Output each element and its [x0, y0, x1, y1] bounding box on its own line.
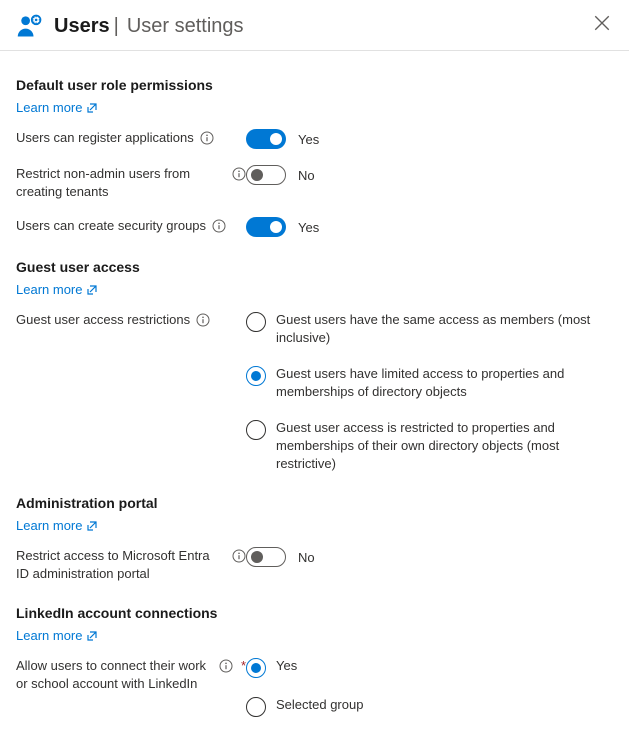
section-admin-portal-title: Administration portal	[16, 495, 613, 511]
guest-access-radio-limited[interactable]	[246, 366, 266, 386]
setting-security-groups: Users can create security groups Yes	[16, 217, 613, 237]
linkedin-radio-selected-group[interactable]	[246, 697, 266, 717]
page-subtitle: User settings	[127, 15, 244, 38]
setting-label: Guest user access restrictions	[16, 311, 190, 329]
guest-access-radio-restrictive[interactable]	[246, 420, 266, 440]
guest-access-learn-more-link[interactable]: Learn more	[16, 282, 98, 297]
info-icon[interactable]	[212, 219, 226, 233]
external-link-icon	[86, 102, 98, 114]
title-divider: |	[114, 15, 119, 38]
linkedin-radio-yes[interactable]	[246, 658, 266, 678]
info-icon[interactable]	[196, 313, 210, 327]
default-perms-learn-more-link[interactable]: Learn more	[16, 100, 98, 115]
toggle-value: Yes	[298, 220, 319, 235]
setting-label: Users can register applications	[16, 129, 194, 147]
setting-guest-restrictions: Guest user access restrictions Guest use…	[16, 311, 613, 473]
toggle-value: No	[298, 550, 315, 565]
learn-more-label: Learn more	[16, 100, 82, 115]
setting-label: Restrict access to Microsoft Entra ID ad…	[16, 547, 226, 583]
learn-more-label: Learn more	[16, 282, 82, 297]
toggle-value: Yes	[298, 132, 319, 147]
register-apps-toggle[interactable]	[246, 129, 286, 149]
panel-content: Default user role permissions Learn more…	[0, 51, 629, 753]
setting-linkedin-connect: Allow users to connect their work or sch…	[16, 657, 613, 717]
guest-access-radio-inclusive[interactable]	[246, 312, 266, 332]
section-default-perms-title: Default user role permissions	[16, 77, 613, 93]
info-icon[interactable]	[232, 549, 246, 563]
setting-label: Allow users to connect their work or sch…	[16, 657, 213, 693]
panel-header: Users | User settings	[0, 0, 629, 51]
external-link-icon	[86, 284, 98, 296]
linkedin-learn-more-link[interactable]: Learn more	[16, 628, 98, 643]
page-title: Users	[54, 15, 110, 38]
external-link-icon	[86, 520, 98, 532]
info-icon[interactable]	[200, 131, 214, 145]
setting-label: Restrict non-admin users from creating t…	[16, 165, 226, 201]
radio-label: Guest users have limited access to prope…	[276, 365, 606, 401]
security-groups-toggle[interactable]	[246, 217, 286, 237]
close-button[interactable]	[593, 14, 613, 34]
setting-restrict-admin-portal: Restrict access to Microsoft Entra ID ad…	[16, 547, 613, 583]
external-link-icon	[86, 630, 98, 642]
section-guest-access-title: Guest user access	[16, 259, 613, 275]
radio-label: Guest users have the same access as memb…	[276, 311, 606, 347]
info-icon[interactable]	[219, 659, 233, 673]
learn-more-label: Learn more	[16, 518, 82, 533]
close-icon	[593, 14, 611, 32]
admin-portal-learn-more-link[interactable]: Learn more	[16, 518, 98, 533]
radio-label: Yes	[276, 657, 297, 675]
restrict-tenants-toggle[interactable]	[246, 165, 286, 185]
setting-label: Users can create security groups	[16, 217, 206, 235]
setting-register-apps: Users can register applications Yes	[16, 129, 613, 149]
radio-label: Guest user access is restricted to prope…	[276, 419, 606, 473]
radio-label: Selected group	[276, 696, 363, 714]
learn-more-label: Learn more	[16, 628, 82, 643]
restrict-admin-portal-toggle[interactable]	[246, 547, 286, 567]
section-linkedin-title: LinkedIn account connections	[16, 605, 613, 621]
setting-restrict-tenants: Restrict non-admin users from creating t…	[16, 165, 613, 201]
users-icon	[16, 12, 44, 40]
toggle-value: No	[298, 168, 315, 183]
info-icon[interactable]	[232, 167, 246, 181]
